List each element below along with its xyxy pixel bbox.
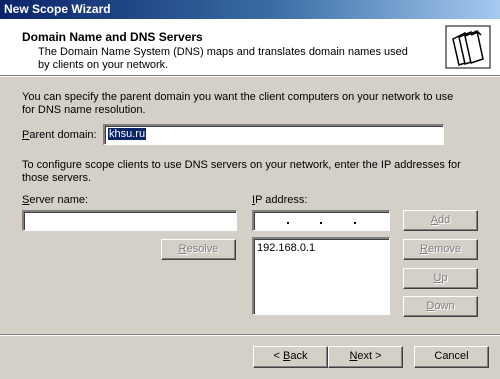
parent-domain-label: Parent domain: (22, 129, 97, 141)
ip-dot (320, 222, 322, 224)
page-title: Domain Name and DNS Servers (22, 30, 203, 44)
folders-icon (445, 25, 491, 69)
parent-domain-intro: You can specify the parent domain you wa… (22, 91, 454, 116)
server-name-input[interactable] (22, 210, 237, 231)
resolve-button[interactable]: Resolve (161, 239, 236, 260)
ip-dot (354, 222, 356, 224)
header-separator (0, 76, 500, 77)
ip-dot (287, 222, 289, 224)
wizard-header: Domain Name and DNS Servers The Domain N… (0, 19, 500, 76)
dns-intro: To configure scope clients to use DNS se… (22, 159, 461, 184)
ip-address-label: IP address: (252, 194, 308, 206)
remove-button[interactable]: Remove (403, 239, 478, 260)
parent-domain-value: khsu.ru (108, 128, 147, 140)
add-button[interactable]: Add (403, 210, 478, 231)
title-bar: New Scope Wizard (0, 0, 500, 19)
up-button[interactable]: Up (403, 268, 478, 289)
down-button[interactable]: Down (403, 296, 478, 317)
window-title: New Scope Wizard (4, 2, 111, 16)
back-button[interactable]: < Back (253, 346, 328, 368)
next-button[interactable]: Next > (328, 346, 403, 368)
cancel-button[interactable]: Cancel (414, 346, 489, 368)
footer-separator-highlight (0, 335, 500, 336)
ip-address-list[interactable]: 192.168.0.1 (252, 237, 390, 315)
page-description: The Domain Name System (DNS) maps and tr… (38, 46, 408, 71)
server-name-label: Server name: (22, 194, 89, 206)
ip-address-input[interactable] (252, 210, 390, 231)
parent-domain-input[interactable]: khsu.ru (103, 124, 444, 145)
ip-list-item[interactable]: 192.168.0.1 (257, 242, 315, 254)
